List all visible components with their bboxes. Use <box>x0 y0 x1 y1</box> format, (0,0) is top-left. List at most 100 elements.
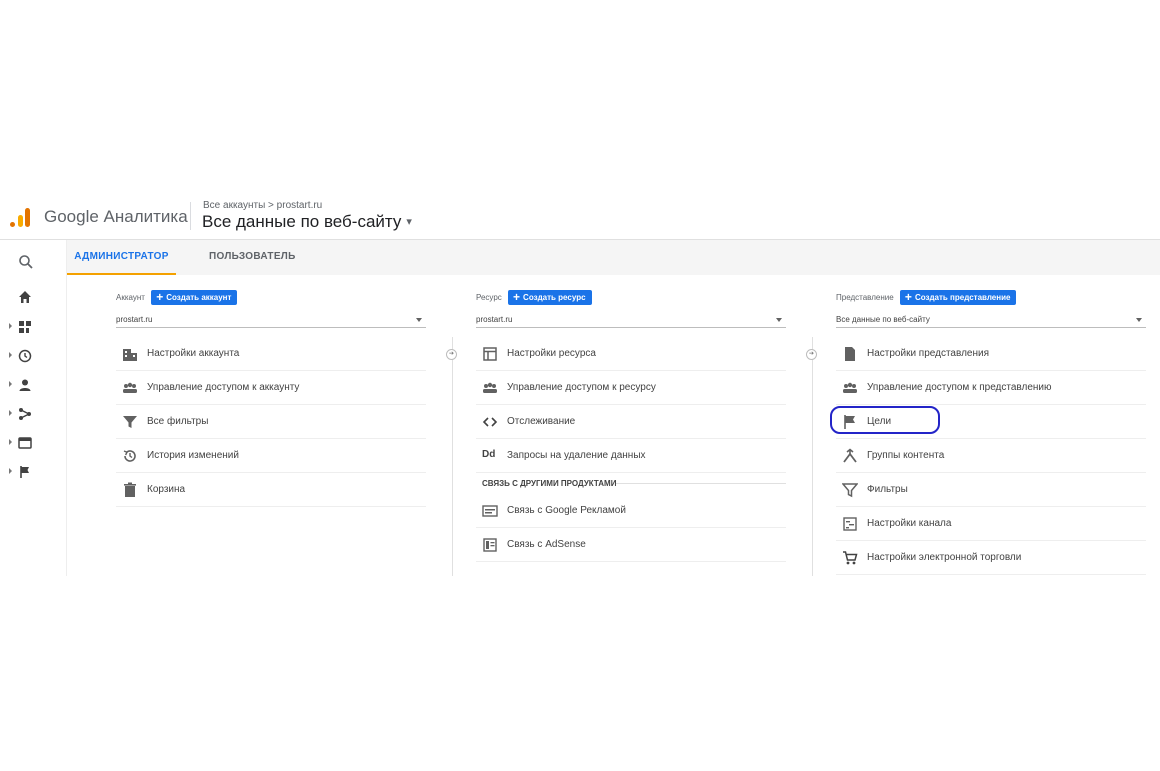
menu-item-label: Фильтры <box>867 484 908 495</box>
menu-item-label: Связь с AdSense <box>507 539 586 550</box>
tab-administrator[interactable]: АДМИНИСТРАТОР <box>67 240 176 275</box>
menu-item-property-settings[interactable]: Настройки ресурса <box>476 337 786 371</box>
search-icon <box>19 255 33 269</box>
menu-item-label: Управление доступом к представлению <box>867 382 1052 393</box>
people-icon <box>843 382 857 393</box>
account-column: Аккаунт + Создать аккаунт prostart.ru Нас… <box>116 275 428 576</box>
people-icon <box>483 382 497 393</box>
menu-item-view-access[interactable]: Управление доступом к представлению <box>836 371 1146 405</box>
menu-item-adsense-link[interactable]: Связь с AdSense <box>476 528 786 562</box>
menu-item-property-access[interactable]: Управление доступом к ресурсу <box>476 371 786 405</box>
menu-item-label: Настройки представления <box>867 348 989 359</box>
rail-conversions[interactable] <box>0 461 66 485</box>
arrow-right-icon: ➔ <box>446 349 457 360</box>
account-select-value: prostart.ru <box>116 315 153 324</box>
cart-icon <box>843 551 858 565</box>
menu-item-data-deletion[interactable]: Dd Запросы на удаление данных <box>476 439 786 473</box>
view-select[interactable]: Все данные по веб-сайту <box>836 312 1146 328</box>
menu-item-tracking[interactable]: Отслеживание <box>476 405 786 439</box>
breadcrumb[interactable]: Все аккаунты > prostart.ru <box>203 200 322 211</box>
home-icon <box>19 291 31 303</box>
column-divider <box>812 337 813 576</box>
header-divider <box>190 202 191 230</box>
property-label: Ресурс <box>476 293 502 302</box>
account-select[interactable]: prostart.ru <box>116 312 426 328</box>
menu-item-content-groups[interactable]: Группы контента <box>836 439 1146 473</box>
menu-item-label: Запросы на удаление данных <box>507 450 646 461</box>
admin-tabs: АДМИНИСТРАТОР ПОЛЬЗОВАТЕЛЬ <box>67 240 1160 275</box>
plus-icon: + <box>156 290 164 304</box>
menu-item-filters[interactable]: Фильтры <box>836 473 1146 507</box>
dashboard-icon <box>19 321 31 333</box>
adsense-icon <box>483 538 497 552</box>
channel-icon <box>843 517 857 531</box>
view-header: Представление + Создать представление <box>836 290 1017 306</box>
behavior-icon <box>18 437 32 449</box>
menu-item-change-history[interactable]: История изменений <box>116 439 426 473</box>
people-icon <box>123 382 137 393</box>
window-icon <box>483 347 497 361</box>
dropdown-arrow-icon <box>1136 318 1142 322</box>
menu-item-account-access[interactable]: Управление доступом к аккаунту <box>116 371 426 405</box>
menu-item-view-settings[interactable]: Настройки представления <box>836 337 1146 371</box>
rail-realtime[interactable] <box>0 345 66 369</box>
menu-item-label: Корзина <box>147 484 186 495</box>
menu-item-label: Отслеживание <box>507 416 576 427</box>
create-property-label: Создать ресурс <box>523 293 586 302</box>
plus-icon: + <box>513 290 521 304</box>
menu-item-label: Управление доступом к аккаунту <box>147 382 300 393</box>
linked-products-heading: СВЯЗЬ С ДРУГИМИ ПРОДУКТАМИ <box>476 473 786 494</box>
left-nav-rail <box>0 240 67 576</box>
view-selector[interactable]: Все данные по веб-сайту ▾ <box>202 212 412 232</box>
menu-item-label: Настройки аккаунта <box>147 348 240 359</box>
menu-item-label: Настройки ресурса <box>507 348 596 359</box>
rail-customization[interactable] <box>0 316 66 340</box>
account-header: Аккаунт + Создать аккаунт <box>116 290 238 306</box>
menu-item-label: Управление доступом к ресурсу <box>507 382 656 393</box>
filter-icon <box>842 483 858 498</box>
flag-icon <box>20 466 29 478</box>
menu-item-label: Связь с Google Рекламой <box>507 505 626 516</box>
create-account-label: Создать аккаунт <box>166 293 232 302</box>
menu-item-account-settings[interactable]: Настройки аккаунта <box>116 337 426 371</box>
menu-item-label: История изменений <box>147 450 239 461</box>
top-header: Google Аналитика Все аккаунты > prostart… <box>0 190 1160 240</box>
property-select[interactable]: prostart.ru <box>476 312 786 328</box>
menu-item-all-filters[interactable]: Все фильтры <box>116 405 426 439</box>
column-divider <box>452 337 453 576</box>
rail-acquisition[interactable] <box>0 403 66 427</box>
account-menu: Настройки аккаунта Управление доступом к… <box>116 337 426 507</box>
create-account-button[interactable]: + Создать аккаунт <box>151 290 238 305</box>
view-menu: Настройки представления Управление досту… <box>836 337 1146 575</box>
goals-highlight-annotation <box>830 406 940 434</box>
acquisition-icon <box>19 408 31 420</box>
menu-item-label: Все фильтры <box>147 416 209 427</box>
create-view-button[interactable]: + Создать представление <box>899 290 1017 305</box>
rail-audience[interactable] <box>0 374 66 398</box>
menu-item-trash[interactable]: Корзина <box>116 473 426 507</box>
menu-item-label: Настройки канала <box>867 518 952 529</box>
account-label: Аккаунт <box>116 293 145 302</box>
menu-item-ecommerce-settings[interactable]: Настройки электронной торговли <box>836 541 1146 575</box>
content-group-icon <box>843 448 857 463</box>
tab-user[interactable]: ПОЛЬЗОВАТЕЛЬ <box>209 240 296 275</box>
create-property-button[interactable]: + Создать ресурс <box>508 290 592 305</box>
arrow-right-icon: ➔ <box>806 349 817 360</box>
analytics-logo-icon[interactable] <box>10 205 32 227</box>
create-view-label: Создать представление <box>914 293 1011 302</box>
document-icon <box>845 347 855 361</box>
property-header: Ресурс + Создать ресурс <box>476 290 592 306</box>
rail-behavior[interactable] <box>0 432 66 456</box>
rail-home[interactable] <box>0 286 66 310</box>
menu-item-channel-settings[interactable]: Настройки канала <box>836 507 1146 541</box>
menu-item-label: Группы контента <box>867 450 945 461</box>
menu-item-google-ads-link[interactable]: Связь с Google Рекламой <box>476 494 786 528</box>
rail-search[interactable] <box>0 250 66 274</box>
property-select-value: prostart.ru <box>476 315 513 324</box>
view-select-value: Все данные по веб-сайту <box>836 315 930 324</box>
admin-content: Аккаунт + Создать аккаунт prostart.ru Нас… <box>67 275 1160 576</box>
view-title: Все данные по веб-сайту <box>202 212 402 231</box>
app-name[interactable]: Google Аналитика <box>44 207 188 227</box>
property-column: Ресурс + Создать ресурс prostart.ru Настр… <box>476 275 788 576</box>
chevron-down-icon: ▾ <box>406 216 412 228</box>
